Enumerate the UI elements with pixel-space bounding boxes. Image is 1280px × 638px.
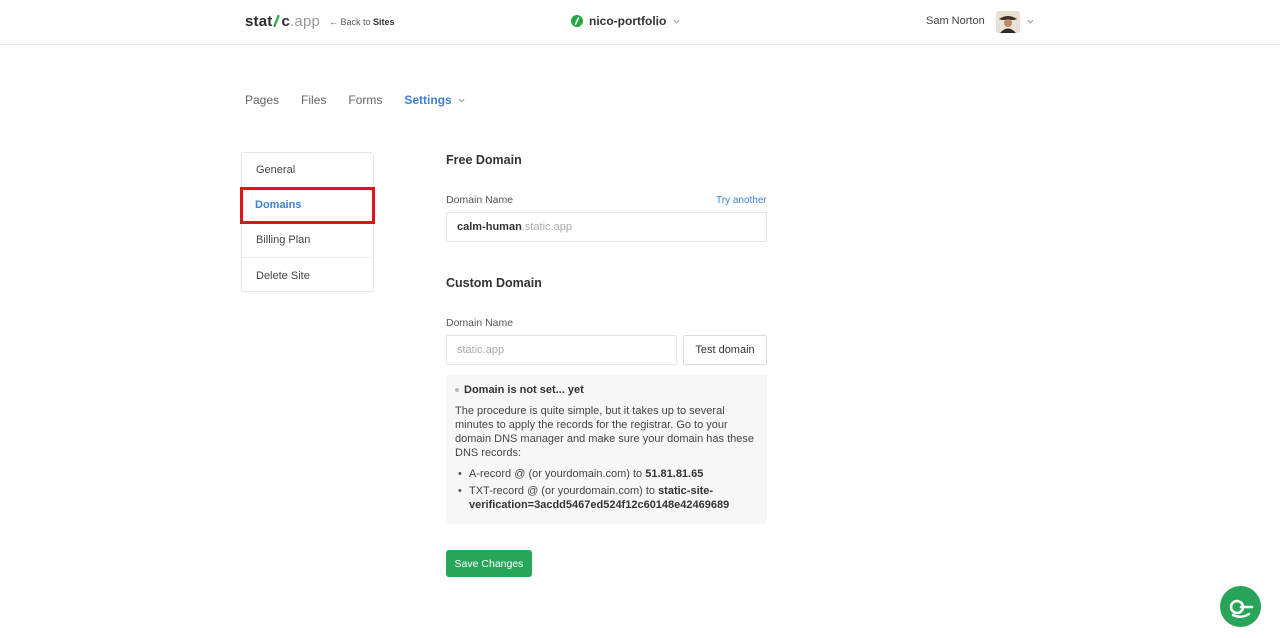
chevron-down-icon (673, 19, 680, 24)
dns-instructions-text: The procedure is quite simple, but it ta… (455, 405, 754, 459)
site-tabs: Pages Files Forms Settings (245, 93, 488, 107)
free-subdomain: calm-human (457, 221, 522, 233)
dns-record-a: A-record @ (or yourdomain.com) to 51.81.… (455, 467, 758, 481)
site-name: nico-portfolio (589, 14, 667, 28)
chat-support-button[interactable] (1220, 586, 1261, 627)
logo-text-main: stat (245, 13, 273, 30)
tab-pages[interactable]: Pages (245, 93, 279, 107)
domain-status-text: Domain is not set... yet (464, 384, 584, 396)
domain-status: Domain is not set... yet (455, 383, 758, 397)
test-domain-button[interactable]: Test domain (683, 335, 767, 365)
dns-record-a-value: 51.81.81.65 (645, 468, 704, 480)
try-another-link[interactable]: Try another (716, 195, 767, 206)
site-status-icon (571, 15, 583, 27)
back-to-sites-link[interactable]: ← Back to Sites (329, 17, 395, 27)
avatar[interactable] (996, 11, 1020, 33)
settings-sidebar: General Domains Billing Plan Delete Site (240, 152, 375, 293)
dns-record-txt-prefix: TXT-record @ (or yourdomain.com) to (469, 485, 659, 497)
tab-settings[interactable]: Settings (404, 93, 465, 107)
sidebar-item-domains[interactable]: Domains (240, 187, 375, 224)
tab-forms[interactable]: Forms (348, 93, 382, 107)
dns-record-a-prefix: A-record @ (or yourdomain.com) to (469, 468, 646, 480)
free-domain-field: calm-human .static.app (446, 212, 767, 242)
custom-domain-input[interactable] (446, 335, 677, 365)
free-domain-name-label: Domain Name (446, 194, 514, 206)
site-switcher[interactable]: nico-portfolio (571, 14, 681, 28)
dns-instructions-panel: Domain is not set... yet The procedure i… (446, 375, 767, 524)
tab-settings-label: Settings (404, 93, 452, 107)
logo-domain-text: .app (290, 13, 321, 30)
sidebar-item-billing-plan[interactable]: Billing Plan (242, 223, 373, 258)
logo-text-tail: c (281, 13, 291, 30)
custom-domain-name-label: Domain Name (446, 317, 514, 329)
custom-domain-title: Custom Domain (446, 276, 542, 290)
chevron-down-icon (458, 98, 465, 103)
save-changes-button[interactable]: Save Changes (446, 550, 532, 577)
free-domain-title: Free Domain (446, 153, 522, 167)
logo-mark-icon (273, 15, 281, 27)
user-menu-chevron-icon[interactable] (1026, 17, 1035, 26)
chat-face-icon (1229, 599, 1253, 618)
free-domain-suffix: .static.app (521, 221, 572, 233)
status-dot-icon (455, 388, 459, 392)
back-link-prefix: ← Back to (329, 17, 374, 27)
sidebar-item-delete-site[interactable]: Delete Site (242, 258, 373, 293)
user-name[interactable]: Sam Norton (926, 15, 985, 27)
back-link-target: Sites (373, 17, 395, 27)
tab-files[interactable]: Files (301, 93, 326, 107)
static-app-logo[interactable]: stat c.app (245, 13, 320, 30)
top-bar: stat c.app ← Back to Sites nico-portfolio… (0, 0, 1280, 45)
dns-records-list: A-record @ (or yourdomain.com) to 51.81.… (455, 467, 758, 512)
dns-record-txt: TXT-record @ (or yourdomain.com) to stat… (455, 484, 758, 512)
sidebar-item-general[interactable]: General (242, 153, 373, 188)
